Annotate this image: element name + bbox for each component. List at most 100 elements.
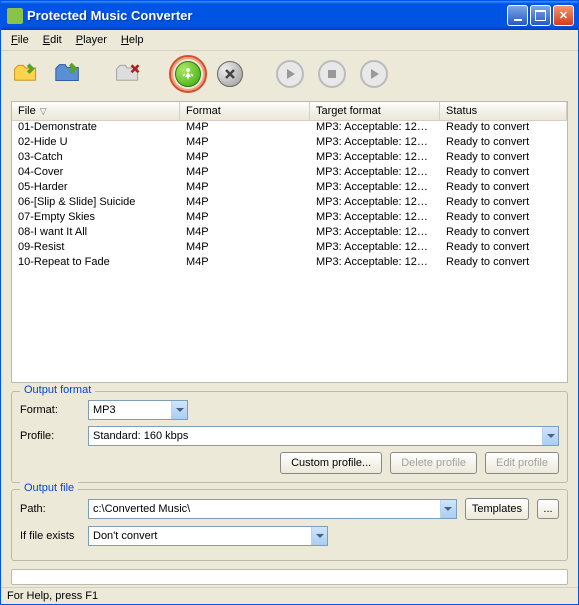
close-button[interactable] (553, 5, 574, 26)
convert-button[interactable] (175, 61, 201, 87)
table-row[interactable]: 09-ResistM4PMP3: Acceptable: 128 ...Read… (12, 241, 567, 256)
browse-button[interactable]: ... (537, 499, 559, 519)
cell-status: Ready to convert (440, 226, 567, 241)
chevron-down-icon[interactable] (171, 401, 187, 419)
minimize-button[interactable] (507, 5, 528, 26)
cell-format: M4P (180, 211, 310, 226)
table-row[interactable]: 03-CatchM4PMP3: Acceptable: 128 ...Ready… (12, 151, 567, 166)
cell-target: MP3: Acceptable: 128 ... (310, 151, 440, 166)
cell-target: MP3: Acceptable: 128 ... (310, 256, 440, 271)
file-list: File ▽ Format Target format Status 01-De… (11, 101, 568, 383)
output-format-legend: Output format (20, 384, 95, 396)
cell-status: Ready to convert (440, 151, 567, 166)
cell-file: 07-Empty Skies (12, 211, 180, 226)
remove-files-icon (113, 59, 143, 89)
cell-status: Ready to convert (440, 241, 567, 256)
table-row[interactable]: 10-Repeat to FadeM4PMP3: Acceptable: 128… (12, 256, 567, 271)
statusbar: For Help, press F1 (1, 587, 578, 604)
cell-target: MP3: Acceptable: 128 ... (310, 121, 440, 136)
menu-player[interactable]: Player (70, 32, 113, 48)
media-stop-button[interactable] (313, 55, 351, 93)
profile-select[interactable] (88, 426, 559, 446)
menu-help[interactable]: Help (115, 32, 150, 48)
stop-icon (318, 60, 346, 88)
play-button[interactable] (271, 55, 309, 93)
add-files-button[interactable] (7, 55, 45, 93)
remove-files-button[interactable] (109, 55, 147, 93)
table-row[interactable]: 02-Hide UM4PMP3: Acceptable: 128 ...Read… (12, 136, 567, 151)
play-icon (276, 60, 304, 88)
cell-format: M4P (180, 196, 310, 211)
convert-highlight (169, 55, 207, 93)
cell-file: 03-Catch (12, 151, 180, 166)
chevron-down-icon[interactable] (311, 527, 327, 545)
exists-label: If file exists (20, 530, 80, 542)
cell-file: 02-Hide U (12, 136, 180, 151)
cell-format: M4P (180, 151, 310, 166)
cell-status: Ready to convert (440, 256, 567, 271)
path-input[interactable] (88, 499, 457, 519)
cancel-icon (217, 61, 243, 87)
stop-convert-button[interactable] (211, 55, 249, 93)
table-row[interactable]: 07-Empty SkiesM4PMP3: Acceptable: 128 ..… (12, 211, 567, 226)
cell-file: 08-I want It All (12, 226, 180, 241)
play-converted-icon (360, 60, 388, 88)
titlebar: Protected Music Converter (1, 1, 578, 30)
table-row[interactable]: 08-I want It AllM4PMP3: Acceptable: 128 … (12, 226, 567, 241)
progress-bar (11, 569, 568, 585)
column-file-label: File (18, 105, 36, 117)
templates-button[interactable]: Templates (465, 498, 529, 520)
chevron-down-icon[interactable] (440, 500, 456, 518)
app-icon (7, 8, 23, 24)
menu-edit[interactable]: Edit (37, 32, 68, 48)
column-file[interactable]: File ▽ (12, 102, 180, 120)
output-file-legend: Output file (20, 482, 78, 494)
file-list-body[interactable]: 01-DemonstrateM4PMP3: Acceptable: 128 ..… (12, 121, 567, 382)
cell-status: Ready to convert (440, 211, 567, 226)
table-row[interactable]: 01-DemonstrateM4PMP3: Acceptable: 128 ..… (12, 121, 567, 136)
maximize-button[interactable] (530, 5, 551, 26)
sort-indicator-icon: ▽ (40, 106, 47, 117)
cell-target: MP3: Acceptable: 128 ... (310, 211, 440, 226)
cell-target: MP3: Acceptable: 128 ... (310, 241, 440, 256)
cell-target: MP3: Acceptable: 128 ... (310, 196, 440, 211)
cell-target: MP3: Acceptable: 128 ... (310, 226, 440, 241)
column-format[interactable]: Format (180, 102, 310, 120)
cell-format: M4P (180, 166, 310, 181)
cell-status: Ready to convert (440, 121, 567, 136)
cell-format: M4P (180, 121, 310, 136)
cell-target: MP3: Acceptable: 128 ... (310, 166, 440, 181)
chevron-down-icon[interactable] (542, 427, 558, 445)
add-folder-icon (53, 59, 83, 89)
column-target[interactable]: Target format (310, 102, 440, 120)
cell-file: 10-Repeat to Fade (12, 256, 180, 271)
cell-file: 09-Resist (12, 241, 180, 256)
cell-status: Ready to convert (440, 196, 567, 211)
window-title: Protected Music Converter (27, 8, 507, 23)
cell-format: M4P (180, 136, 310, 151)
cell-status: Ready to convert (440, 136, 567, 151)
cell-format: M4P (180, 226, 310, 241)
exists-select[interactable] (88, 526, 328, 546)
edit-profile-button[interactable]: Edit profile (485, 452, 559, 474)
table-row[interactable]: 04-CoverM4PMP3: Acceptable: 128 ...Ready… (12, 166, 567, 181)
add-files-icon (11, 59, 41, 89)
cell-status: Ready to convert (440, 181, 567, 196)
column-status[interactable]: Status (440, 102, 567, 120)
cell-file: 06-[Slip & Slide] Suicide (12, 196, 180, 211)
cell-file: 01-Demonstrate (12, 121, 180, 136)
cell-status: Ready to convert (440, 166, 567, 181)
cell-file: 04-Cover (12, 166, 180, 181)
play-converted-button[interactable] (355, 55, 393, 93)
path-label: Path: (20, 503, 80, 515)
toolbar (1, 51, 578, 101)
cell-file: 05-Harder (12, 181, 180, 196)
delete-profile-button[interactable]: Delete profile (390, 452, 477, 474)
custom-profile-button[interactable]: Custom profile... (280, 452, 382, 474)
add-folder-button[interactable] (49, 55, 87, 93)
menu-file[interactable]: File (5, 32, 35, 48)
table-row[interactable]: 06-[Slip & Slide] SuicideM4PMP3: Accepta… (12, 196, 567, 211)
output-format-group: Output format Format: Profile: Custom pr… (11, 391, 568, 483)
table-row[interactable]: 05-HarderM4PMP3: Acceptable: 128 ...Read… (12, 181, 567, 196)
window-controls (507, 5, 574, 26)
